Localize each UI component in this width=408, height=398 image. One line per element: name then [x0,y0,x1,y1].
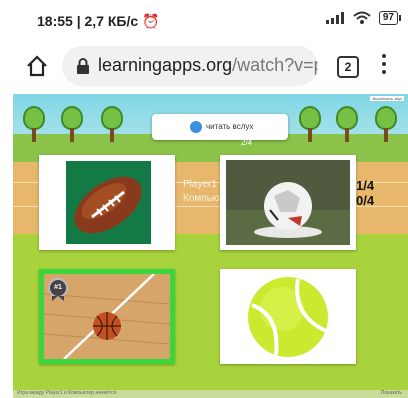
game-area: Выключить звук читать вслух 2/4 Player1 К… [13,94,408,398]
lock-icon [77,58,89,74]
tennis-ball-icon [248,277,328,357]
url-text: learningapps.org/watch?v=p [98,55,318,75]
page-counter: 2/4 [241,138,253,147]
answer-card-american-football[interactable] [39,155,175,250]
score-display: 1/4 0/4 [356,178,375,208]
tree-icon [61,106,83,142]
status-bar: 18:55 | 2,7 КБ/с ⏰ 97 [0,0,408,38]
speaker-icon [190,121,202,133]
wifi-icon [353,11,371,24]
home-icon[interactable] [26,55,48,77]
more-menu-icon[interactable] [381,54,387,78]
browser-toolbar: learningapps.org/watch?v=p 2 [0,38,408,94]
rank-badge-icon: #1 [48,278,68,301]
status-icons: 97 [325,11,402,25]
tree-icon [336,106,358,142]
answer-card-tennis-ball[interactable] [220,269,356,364]
signal-icon [325,12,344,24]
show-link[interactable]: Показать [381,390,402,396]
soccer-ball-icon [226,160,350,245]
status-time: 18:55 | 2,7 КБ/с ⏰ [37,13,160,29]
address-bar[interactable]: learningapps.org/watch?v=p [62,46,318,86]
tree-icon [23,106,45,142]
tab-switcher-button[interactable]: 2 [337,56,359,78]
tree-icon [375,106,397,142]
tree-icon [101,106,123,142]
answer-card-soccer-ball[interactable] [220,155,356,250]
alarm-icon: ⏰ [142,13,160,29]
tree-icon [299,106,321,142]
battery-icon: 97 [378,11,402,25]
american-football-icon [66,161,151,244]
answer-card-basketball-selected[interactable]: #1 [39,269,175,364]
mute-button[interactable]: Выключить звук [370,96,404,101]
game-footer: Игра между Player1 и Компьютер начнётся … [13,390,408,398]
player-hint: Player1 Компью [183,179,220,204]
read-aloud-button[interactable]: читать вслух [152,114,288,140]
